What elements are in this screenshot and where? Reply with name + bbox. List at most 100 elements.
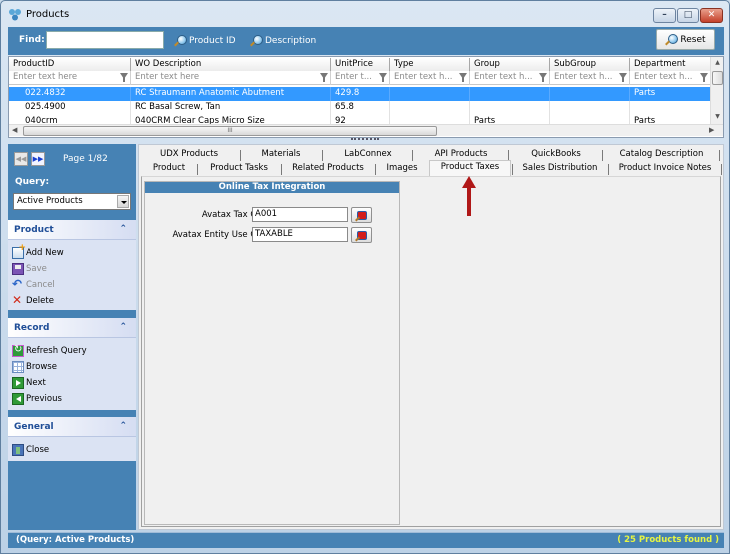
filter-productid[interactable]: Enter text here xyxy=(9,71,131,85)
cancel-label: Cancel xyxy=(26,280,55,290)
column-header-unitprice[interactable]: UnitPrice xyxy=(331,58,390,72)
tab-materials[interactable]: Materials xyxy=(241,148,321,162)
horizontal-scroll-thumb[interactable]: III xyxy=(23,126,437,136)
grid-header-row: ProductID WO Description UnitPrice Type … xyxy=(9,58,711,72)
status-query-text: (Query: Active Products) xyxy=(16,535,135,545)
grid-filter-row: Enter text here Enter text here Enter t.… xyxy=(9,71,711,85)
minimize-icon: – xyxy=(662,10,667,20)
minimize-button[interactable]: – xyxy=(653,8,676,23)
tab-product-tasks[interactable]: Product Tasks xyxy=(199,162,279,176)
scroll-down-icon[interactable]: ▼ xyxy=(711,113,723,120)
scroll-left-icon[interactable]: ◀ xyxy=(12,126,17,134)
browse-button[interactable]: Browse xyxy=(8,359,136,375)
tab-related-products[interactable]: Related Products xyxy=(283,162,373,176)
filter-unitprice[interactable]: Enter t... xyxy=(331,71,390,85)
grid-horizontal-scrollbar[interactable]: ◀ III ▶ xyxy=(9,124,723,136)
find-input[interactable] xyxy=(46,31,164,49)
pager: ◀◀ ▶▶ xyxy=(14,152,45,166)
tab-quickbooks[interactable]: QuickBooks xyxy=(510,148,602,162)
close-button[interactable]: Close xyxy=(8,442,136,458)
avatax-tax-code-lookup-button[interactable] xyxy=(351,207,372,223)
filter-placeholder: Enter t... xyxy=(335,72,372,82)
avatax-tax-code-field[interactable]: A001 xyxy=(252,207,348,222)
vertical-scroll-thumb[interactable] xyxy=(712,71,723,85)
query-selected-value: Active Products xyxy=(17,196,83,206)
collapse-icon[interactable]: ⌃ xyxy=(119,322,127,332)
close-window-button[interactable]: ✕ xyxy=(700,8,723,23)
close-door-icon xyxy=(12,444,24,456)
maximize-icon: □ xyxy=(683,10,693,20)
column-header-group[interactable]: Group xyxy=(470,58,550,72)
collapse-icon[interactable]: ⌃ xyxy=(119,224,127,234)
delete-button[interactable]: Delete xyxy=(8,293,136,309)
grid-vertical-scrollbar[interactable]: ▲ ▼ xyxy=(710,57,723,125)
column-header-wo-description[interactable]: WO Description xyxy=(131,58,331,72)
filter-icon[interactable] xyxy=(320,73,328,82)
filter-type[interactable]: Enter text h... xyxy=(390,71,470,85)
filter-icon[interactable] xyxy=(700,73,708,82)
tab-udx-products[interactable]: UDX Products xyxy=(139,148,239,162)
tab-product-invoice-notes[interactable]: Product Invoice Notes xyxy=(610,162,720,176)
tab-product-taxes[interactable]: Product Taxes xyxy=(429,160,511,176)
filter-department[interactable]: Enter text h... xyxy=(630,71,711,85)
collapse-icon[interactable]: ⌃ xyxy=(119,421,127,431)
filter-icon[interactable] xyxy=(379,73,387,82)
splitter-handle[interactable] xyxy=(351,138,379,142)
save-button[interactable]: Save xyxy=(8,261,136,277)
chevron-down-icon[interactable] xyxy=(117,195,129,208)
filter-placeholder: Enter text h... xyxy=(474,72,533,82)
filter-subgroup[interactable]: Enter text h... xyxy=(550,71,630,85)
next-icon xyxy=(12,377,24,389)
refresh-query-label: Refresh Query xyxy=(26,346,87,356)
avatax-entity-use-code-lookup-button[interactable] xyxy=(351,227,372,243)
filter-icon[interactable] xyxy=(619,73,627,82)
filter-icon[interactable] xyxy=(459,73,467,82)
table-row[interactable]: 040crm 040CRM Clear Caps Micro Size 92 P… xyxy=(9,115,711,124)
table-row-selected[interactable]: 022.4832 RC Straumann Anatomic Abutment … xyxy=(9,87,711,101)
tab-catalog-description[interactable]: Catalog Description xyxy=(604,148,719,162)
record-panel-header[interactable]: Record ⌃ xyxy=(8,318,136,338)
query-select[interactable]: Active Products xyxy=(13,193,131,210)
column-header-department[interactable]: Department xyxy=(630,58,711,72)
column-header-productid[interactable]: ProductID xyxy=(9,58,131,72)
avatax-entity-use-code-field[interactable]: TAXABLE xyxy=(252,227,348,242)
tab-separator xyxy=(721,164,722,175)
maximize-button[interactable]: □ xyxy=(677,8,699,23)
cell-type xyxy=(390,87,470,101)
delete-label: Delete xyxy=(26,296,54,306)
annotation-arrow-icon xyxy=(462,176,476,216)
cancel-icon xyxy=(12,277,24,291)
add-new-button[interactable]: Add New xyxy=(8,243,136,261)
filter-group[interactable]: Enter text h... xyxy=(470,71,550,85)
reset-button[interactable]: Reset xyxy=(656,29,715,50)
scroll-up-icon[interactable]: ▲ xyxy=(711,59,723,66)
filter-icon[interactable] xyxy=(120,73,128,82)
refresh-query-button[interactable]: Refresh Query xyxy=(8,343,136,359)
save-label: Save xyxy=(26,264,47,274)
tab-sales-distribution[interactable]: Sales Distribution xyxy=(514,162,606,176)
column-header-type[interactable]: Type xyxy=(390,58,470,72)
previous-record-button[interactable]: Previous xyxy=(8,391,136,407)
general-panel-header[interactable]: General ⌃ xyxy=(8,417,136,437)
tab-row-bottom: Product Product Tasks Related Products I… xyxy=(139,160,723,176)
next-record-button[interactable]: Next xyxy=(8,375,136,391)
tab-separator xyxy=(197,164,198,175)
cell-productid: 040crm xyxy=(9,115,131,124)
cell-subgroup xyxy=(550,101,630,115)
tab-images[interactable]: Images xyxy=(377,162,427,176)
find-by-description-button[interactable]: Description xyxy=(250,35,316,47)
table-row[interactable]: 025.4900 RC Basal Screw, Tan 65.8 xyxy=(9,101,711,115)
tab-separator xyxy=(412,150,413,161)
tab-product[interactable]: Product xyxy=(143,162,195,176)
filter-wo-description[interactable]: Enter text here xyxy=(131,71,331,85)
product-panel-header[interactable]: Product ⌃ xyxy=(8,220,136,240)
find-by-product-id-button[interactable]: Product ID xyxy=(174,35,236,47)
column-header-subgroup[interactable]: SubGroup xyxy=(550,58,630,72)
filter-icon[interactable] xyxy=(539,73,547,82)
cell-unitprice: 429.8 xyxy=(331,87,390,101)
tab-labconnex[interactable]: LabConnex xyxy=(324,148,412,162)
next-page-button[interactable]: ▶▶ xyxy=(31,152,45,166)
cancel-button[interactable]: Cancel xyxy=(8,277,136,293)
scroll-right-icon[interactable]: ▶ xyxy=(709,126,714,134)
previous-page-button[interactable]: ◀◀ xyxy=(14,152,28,166)
